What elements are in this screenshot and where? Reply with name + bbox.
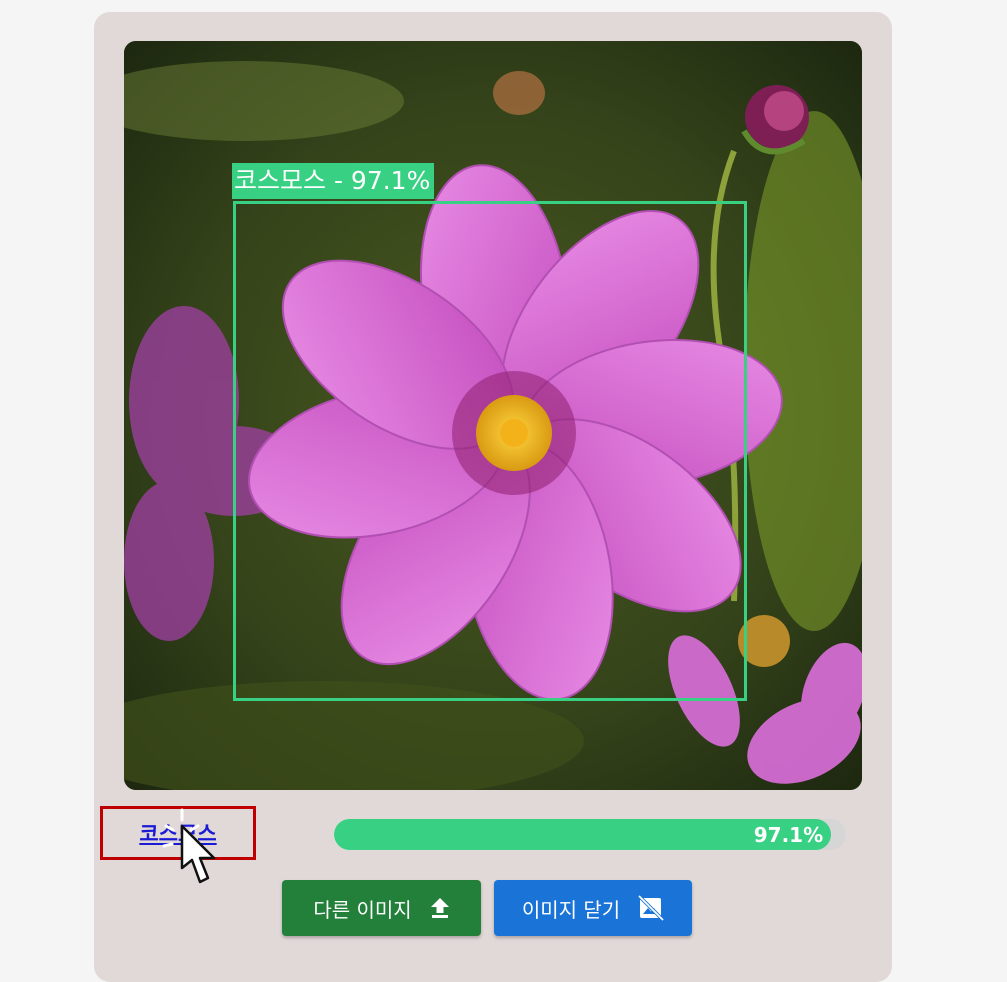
confidence-progress-bar: 97.1% [334,819,846,850]
detection-label: 코스모스 - 97.1% [232,163,435,199]
uploaded-image: 코스모스 - 97.1% [124,41,862,790]
confidence-progress-fill: 97.1% [334,819,832,850]
other-image-upload-button[interactable]: 다른 이미지 [282,880,481,936]
image-off-icon [638,895,665,921]
detection-bounding-box [233,201,747,701]
confidence-percent: 97.1% [753,822,824,847]
result-label-highlight: 코스모스 [100,806,256,860]
upload-icon [430,898,449,918]
upload-button-label: 다른 이미지 [313,897,412,922]
result-label-link[interactable]: 코스모스 [139,818,216,848]
close-button-label: 이미지 닫기 [521,897,621,922]
close-image-button[interactable]: 이미지 닫기 [494,880,692,936]
